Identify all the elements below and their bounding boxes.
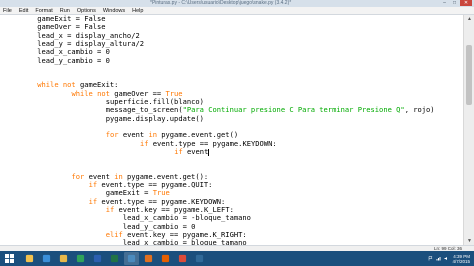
keyword-token: for [71, 171, 89, 181]
windows-logo-icon [5, 254, 14, 263]
taskbar-app-button[interactable] [22, 252, 37, 265]
keyword-token: if [88, 180, 102, 189]
string-token: "Para Continuar presione C Para terminar… [182, 105, 405, 115]
flag-icon[interactable] [428, 256, 433, 261]
network-icon[interactable] [436, 256, 441, 261]
close-button[interactable]: ✕ [460, 0, 472, 6]
maximize-button[interactable]: □ [450, 0, 459, 6]
keyword-token: if [139, 138, 153, 148]
clock[interactable]: 4:39 PM 4/7/2015 [452, 254, 470, 264]
menu-file[interactable]: File [3, 7, 12, 14]
taskbar: 4:39 PM 4/7/2015 [0, 251, 474, 266]
text-cursor [208, 148, 210, 156]
word-icon [93, 254, 102, 263]
taskbar-app-button[interactable] [192, 252, 207, 265]
code-line[interactable]: pygame.display.update() [105, 113, 204, 123]
system-tray: 4:39 PM 4/7/2015 [428, 252, 470, 265]
firefox-icon [161, 254, 170, 263]
taskbar-app-button[interactable] [39, 252, 54, 265]
scroll-thumb[interactable] [466, 45, 472, 105]
code-token: lead_y_cambio = 0 [37, 55, 110, 65]
chrome-icon [178, 254, 187, 263]
code-token: event [187, 146, 209, 156]
volume-icon[interactable] [444, 256, 449, 261]
excel-icon [110, 254, 119, 263]
taskbar-app-button[interactable] [73, 252, 88, 265]
code-line[interactable]: lead_y_cambio = 0 [37, 55, 110, 65]
taskbar-app-button[interactable] [56, 252, 71, 265]
scroll-up-icon[interactable]: ▲ [465, 15, 474, 23]
taskbar-app-button[interactable] [158, 252, 173, 265]
python-shell-icon [195, 254, 204, 263]
menu-help[interactable]: Help [132, 7, 143, 14]
code-line[interactable]: if event [174, 146, 209, 156]
menu-run[interactable]: Run [60, 7, 70, 14]
media-player-icon [144, 254, 153, 263]
code-token: event.type == pygame.KEYDOWN: [152, 138, 277, 148]
taskbar-app-button[interactable] [107, 252, 122, 265]
menu-edit[interactable]: Edit [19, 7, 28, 14]
menu-format[interactable]: Format [35, 7, 52, 14]
taskbar-app-button[interactable] [124, 252, 139, 265]
window-title: *Pinturas.py - C:\Users\usuario\Desktop\… [150, 0, 292, 6]
minimize-button[interactable]: – [440, 0, 449, 6]
code-editor[interactable]: gameExit = False gameOver = False lead_x =… [0, 15, 463, 245]
clock-date: 4/7/2015 [452, 258, 470, 264]
menu-options[interactable]: Options [77, 7, 96, 14]
taskbar-app-button[interactable] [141, 252, 156, 265]
internet-explorer-icon [42, 254, 51, 263]
code-token: , rojo) [404, 105, 435, 115]
keyword-token: if [88, 196, 102, 206]
menu-bar: File Edit Format Run Options Windows Hel… [0, 7, 474, 15]
scroll-down-icon[interactable]: ▼ [465, 237, 474, 245]
store-icon [76, 254, 85, 263]
taskbar-app-button[interactable] [175, 252, 190, 265]
code-token: lead_x_cambio = bloque_tamano [122, 238, 247, 245]
python-idle-icon [127, 254, 136, 263]
start-button[interactable] [2, 252, 17, 265]
keyword-token: for [105, 130, 123, 140]
title-bar: *Pinturas.py - C:\Users\usuario\Desktop\… [0, 0, 474, 7]
keyword-token: if [105, 204, 119, 214]
code-token: pygame.display.update() [105, 113, 204, 123]
vertical-scrollbar[interactable]: ▲ ▼ [463, 15, 474, 245]
file-explorer-icon [25, 254, 34, 263]
keyword-token: if [174, 146, 187, 156]
taskbar-app-button[interactable] [90, 252, 105, 265]
menu-windows[interactable]: Windows [103, 7, 125, 14]
window-controls: – □ ✕ [440, 0, 472, 7]
folder-icon [59, 254, 68, 263]
